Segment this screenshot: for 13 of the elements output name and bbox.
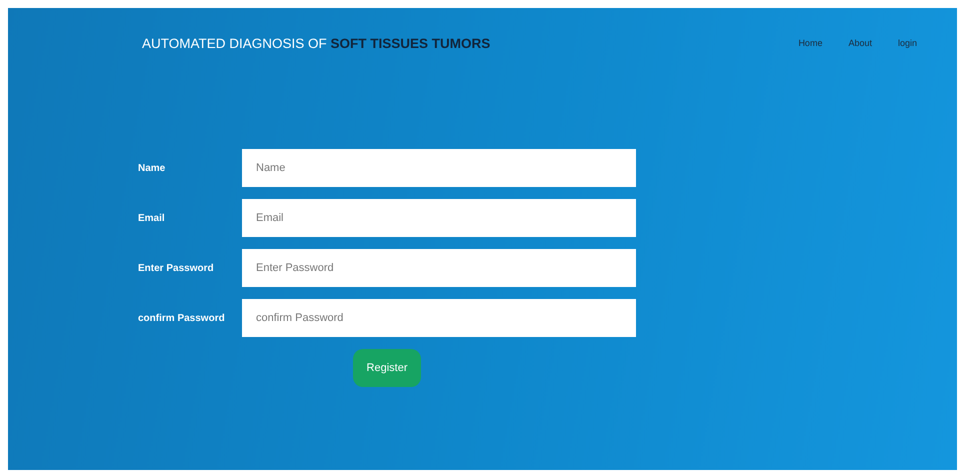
input-field[interactable]: confirm Password (242, 299, 636, 337)
input-field[interactable]: Name (242, 149, 636, 187)
input-field[interactable]: Enter Password (242, 249, 636, 287)
register-button[interactable]: Register (352, 349, 422, 387)
field-label: Enter Password (138, 262, 215, 274)
input-field[interactable]: Email (242, 199, 636, 237)
nav-link[interactable]: login (898, 38, 917, 48)
field-label: Email (138, 212, 166, 224)
field-label: Name (138, 162, 166, 174)
nav-link[interactable]: About (848, 38, 872, 48)
site-title: AUTOMATED DIAGNOSIS OF SOFT TISSUES TUMORS (142, 36, 492, 50)
nav-link[interactable]: Home (798, 38, 822, 48)
field-label: confirm Password (138, 312, 226, 324)
